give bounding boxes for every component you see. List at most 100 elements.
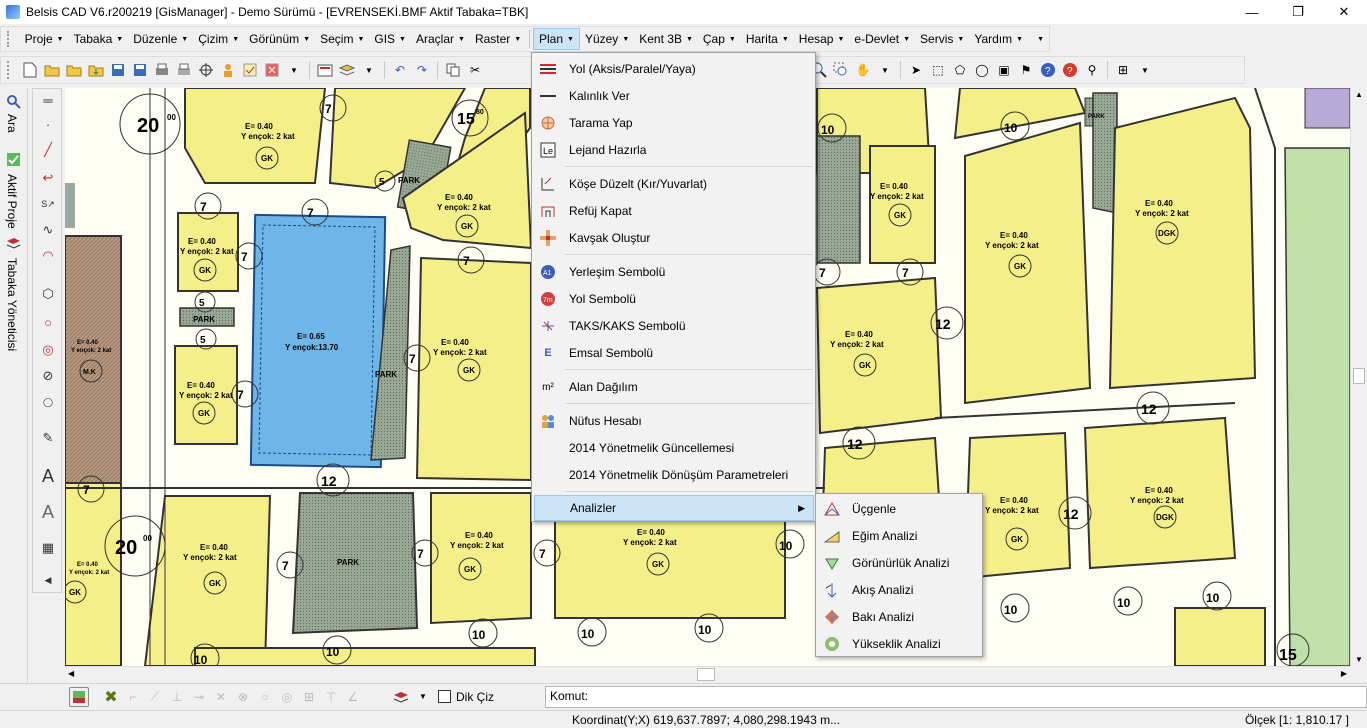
open-recent-icon[interactable] <box>64 60 84 80</box>
menu-yardim[interactable]: Yardım ▼ <box>969 28 1028 50</box>
cut-icon[interactable]: ✂ <box>465 60 485 80</box>
circle-icon[interactable]: ○ <box>39 313 57 331</box>
undo-icon[interactable]: ↶ <box>390 60 410 80</box>
help-icon[interactable]: ? <box>1038 60 1058 80</box>
select-arrow-icon[interactable]: ➤ <box>906 60 926 80</box>
redo-icon[interactable]: ↷ <box>412 60 432 80</box>
save-icon[interactable] <box>108 60 128 80</box>
text-icon[interactable]: A <box>39 466 57 486</box>
command-input[interactable]: Komut: <box>545 686 1367 708</box>
menu-item-tarama[interactable]: Tarama Yap <box>534 110 814 136</box>
scroll-thumb[interactable] <box>697 668 715 681</box>
snap-perp-icon[interactable]: ⊥ <box>167 687 187 707</box>
layers-icon[interactable] <box>391 687 411 707</box>
menubar-grip[interactable] <box>7 31 14 47</box>
menu-gorunum[interactable]: Görünüm ▼ <box>244 28 315 50</box>
menu-gis[interactable]: GIS ▼ <box>369 28 411 50</box>
menu-kent3b[interactable]: Kent 3B ▼ <box>634 28 698 50</box>
tab-tabaka-yoneticisi[interactable]: Tabaka Yöneticisi <box>5 258 19 351</box>
snap-node-icon[interactable]: ✕ <box>211 687 231 707</box>
menu-araclar[interactable]: Araçlar ▼ <box>411 28 470 50</box>
cancel-box-icon[interactable] <box>262 60 282 80</box>
snap-circle-icon[interactable]: ○ <box>255 687 275 707</box>
snap-center-icon[interactable]: ◎ <box>277 687 297 707</box>
layer-manager-icon[interactable] <box>6 236 21 251</box>
minimize-button[interactable]: — <box>1229 0 1275 24</box>
menu-plan[interactable]: Plan ▼ <box>532 28 580 50</box>
open-folder-icon[interactable] <box>42 60 62 80</box>
snap-orto-icon[interactable]: ⊤ <box>321 687 341 707</box>
text-along-icon[interactable]: S↗ <box>39 195 57 213</box>
maximize-button[interactable]: ❐ <box>1275 0 1321 24</box>
curve-icon[interactable]: ∿ <box>39 221 57 239</box>
select-circle-icon[interactable]: ◯ <box>972 60 992 80</box>
map-image-icon[interactable] <box>69 686 89 707</box>
menu-item-yukseklik[interactable]: Yükseklik Analizi <box>818 630 981 657</box>
scale-readout[interactable]: Ölçek [1: 1,810.17 ] <box>1245 713 1349 727</box>
point-number-icon[interactable]: ◯ <box>39 393 57 411</box>
snap-cross-icon[interactable]: ✖ <box>101 687 121 707</box>
menu-item-taks-kaks[interactable]: TAKS/KAKS Sembolü <box>534 313 814 339</box>
menu-item-alan-dagilim[interactable]: m² Alan Dağılım <box>534 374 814 400</box>
properties-icon[interactable] <box>315 60 335 80</box>
close-button[interactable]: ✕ <box>1321 0 1367 24</box>
arc-icon[interactable]: ◠ <box>39 247 57 265</box>
dropdown-arrow-icon[interactable]: ▼ <box>875 60 895 80</box>
snap-angle-icon[interactable]: ∠ <box>343 687 363 707</box>
scroll-up-icon[interactable]: ▲ <box>1355 90 1363 99</box>
zoom-window-icon[interactable] <box>831 60 851 80</box>
dropdown-arrow-icon[interactable]: ▼ <box>1135 60 1155 80</box>
circle-center-icon[interactable]: ◎ <box>39 341 57 359</box>
select-polygon-icon[interactable]: ⬠ <box>950 60 970 80</box>
edit-node-icon[interactable]: ✎ <box>39 429 57 447</box>
menu-item-2014-guncelleme[interactable]: 2014 Yönetmelik Güncellemesi <box>534 435 814 461</box>
line-icon[interactable]: ╱ <box>39 141 57 159</box>
menu-item-kavsak[interactable]: Kavşak Oluştur <box>534 225 814 251</box>
import-icon[interactable] <box>86 60 106 80</box>
target-icon[interactable] <box>196 60 216 80</box>
menu-item-kose-duzelt[interactable]: Köşe Düzelt (Kır/Yuvarlat) <box>534 171 814 197</box>
search-icon[interactable] <box>6 94 21 109</box>
dropdown-arrow-icon[interactable]: ▼ <box>284 60 304 80</box>
toolbar-grip[interactable] <box>7 61 15 79</box>
select-filter-icon[interactable]: ⚑ <box>1016 60 1036 80</box>
menu-yuzey[interactable]: Yüzey ▼ <box>580 28 634 50</box>
check-box-icon[interactable] <box>240 60 260 80</box>
menu-item-yol[interactable]: Yol (Aksis/Paralel/Yaya) <box>534 56 814 82</box>
menu-cap[interactable]: Çap ▼ <box>698 28 741 50</box>
snap-near-icon[interactable]: ⊗ <box>233 687 253 707</box>
tab-aktif-proje[interactable]: Aktif Proje <box>5 174 19 229</box>
snap-end-icon[interactable]: ⌐ <box>123 687 143 707</box>
print-icon[interactable] <box>174 60 194 80</box>
menu-secim[interactable]: Seçim ▼ <box>315 28 369 50</box>
scroll-thumb[interactable] <box>1353 368 1365 384</box>
menu-raster[interactable]: Raster ▼ <box>470 28 526 50</box>
compass-icon[interactable]: ⊘ <box>39 367 57 385</box>
menu-proje[interactable]: Proje ▼ <box>20 28 69 50</box>
dik-ciz-checkbox[interactable] <box>438 690 451 703</box>
menu-harita[interactable]: Harita ▼ <box>741 28 794 50</box>
menu-item-gorunurluk[interactable]: Görünürlük Analizi <box>818 549 981 576</box>
save-as-icon[interactable] <box>130 60 150 80</box>
copy-icon[interactable] <box>443 60 463 80</box>
layers-icon[interactable] <box>337 60 357 80</box>
menubar-overflow[interactable]: ▼ <box>1028 28 1049 50</box>
menu-item-ucgenle[interactable]: Üçgenle <box>818 495 981 522</box>
menu-tabaka[interactable]: Tabaka ▼ <box>69 28 129 50</box>
tab-ara[interactable]: Ara <box>5 114 19 133</box>
menu-item-egim[interactable]: Eğim Analizi <box>818 522 981 549</box>
dropdown-arrow-icon[interactable]: ▼ <box>359 60 379 80</box>
user-marker-icon[interactable] <box>218 60 238 80</box>
point-icon[interactable]: · <box>39 115 57 133</box>
menu-item-emsal[interactable]: E Emsal Sembolü <box>534 340 814 366</box>
binoculars-icon[interactable]: ⚲ <box>1082 60 1102 80</box>
snap-mid-icon[interactable]: ⟋ <box>145 687 165 707</box>
menu-edevlet[interactable]: e-Devlet ▼ <box>849 28 915 50</box>
toolbar-grip-horizontal[interactable]: ═ <box>39 91 57 109</box>
text-outline-icon[interactable]: A <box>39 502 57 522</box>
menu-item-analizler[interactable]: Analizler ▶ <box>534 495 814 521</box>
dropdown-arrow-icon[interactable]: ▼ <box>413 687 433 707</box>
active-project-icon[interactable] <box>6 152 21 167</box>
menu-item-kalinlik[interactable]: Kalınlık Ver <box>534 83 814 109</box>
print-preview-icon[interactable] <box>152 60 172 80</box>
